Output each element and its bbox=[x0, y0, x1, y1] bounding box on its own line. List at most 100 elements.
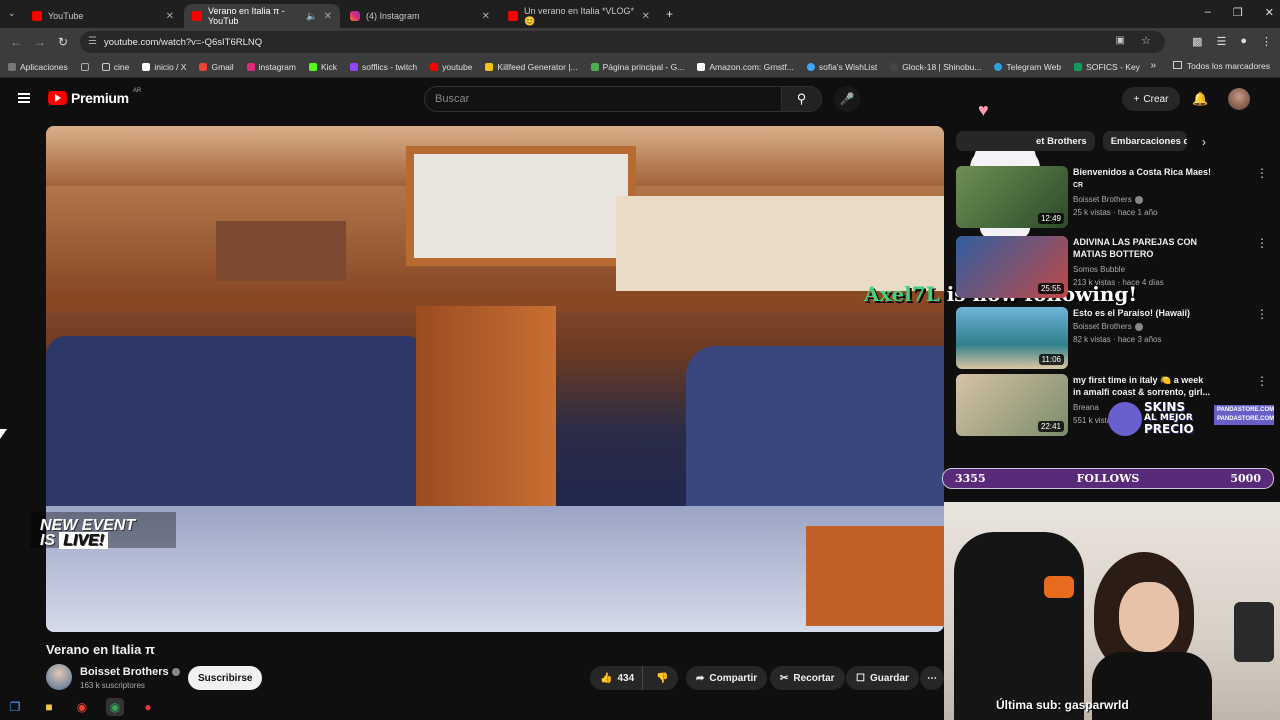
create-button[interactable]: + Crear bbox=[1122, 87, 1180, 111]
restore-icon[interactable]: ❐ bbox=[1233, 6, 1243, 19]
more-options-icon[interactable]: ⋮ bbox=[1256, 307, 1268, 321]
bookmark-pagina-principal[interactable]: Página principal - G... bbox=[590, 62, 684, 72]
instagram-icon bbox=[350, 11, 360, 21]
recommendation-channel[interactable]: Boisset Brothers bbox=[1073, 195, 1143, 204]
recommendation-title[interactable]: my first time in italy 🍋 a week in amalfi… bbox=[1073, 374, 1253, 398]
install-icon[interactable]: ▣ bbox=[1116, 35, 1125, 46]
video-player[interactable] bbox=[46, 126, 944, 632]
more-actions-button[interactable]: ⋯ bbox=[920, 666, 944, 690]
more-bookmarks-icon[interactable]: » bbox=[1150, 60, 1156, 71]
back-icon[interactable]: ← bbox=[10, 35, 22, 49]
share-button[interactable]: ➦ Compartir bbox=[686, 666, 768, 690]
gmail-icon bbox=[199, 62, 208, 71]
bookmark-glock[interactable]: Glock-18 | Shinobu... bbox=[890, 62, 981, 72]
video-thumbnail[interactable]: 11:06 bbox=[956, 307, 1068, 369]
recommendation-channel[interactable]: Boisset Brothers bbox=[1073, 322, 1143, 331]
site-info-icon[interactable]: ☰ bbox=[88, 36, 97, 47]
chrome-icon[interactable]: ◉ bbox=[73, 698, 91, 716]
video-thumbnail[interactable]: 22:41 bbox=[956, 374, 1068, 436]
recommendation-item[interactable]: 12:49 Bienvenidos a Costa Rica Maes! CR B… bbox=[956, 166, 1268, 228]
bookmark-grid[interactable] bbox=[80, 62, 89, 71]
windows-start-icon[interactable]: ❐ bbox=[6, 698, 24, 716]
close-window-icon[interactable]: ✕ bbox=[1265, 6, 1274, 19]
tab-verano-vlog[interactable]: Un verano en Italia *VLOG* 😊 ✕ bbox=[500, 4, 658, 28]
recommendation-title[interactable]: Esto es el Paraíso! (Hawaii) bbox=[1073, 307, 1253, 319]
recommendation-item[interactable]: 11:06 Esto es el Paraíso! (Hawaii) Boiss… bbox=[956, 307, 1268, 369]
profile-icon[interactable]: ● bbox=[1240, 35, 1247, 48]
bookmark-gmail[interactable]: Gmail bbox=[199, 62, 234, 72]
bookmark-youtube[interactable]: youtube bbox=[430, 62, 472, 72]
close-icon[interactable]: ✕ bbox=[324, 11, 332, 22]
voice-search-button[interactable]: 🎤 bbox=[834, 86, 860, 112]
chip-embarcaciones[interactable]: Embarcaciones d bbox=[1102, 131, 1187, 151]
file-explorer-icon[interactable]: ■ bbox=[40, 698, 58, 716]
chip-boisset-brothers[interactable]: et Brothers bbox=[956, 131, 1095, 151]
youtube-premium-logo[interactable]: Premium AR bbox=[48, 88, 141, 106]
folder-icon bbox=[1172, 61, 1182, 69]
menu-icon[interactable]: ⋮ bbox=[1261, 35, 1272, 48]
killfeed-icon bbox=[485, 62, 494, 71]
recommendation-title[interactable]: Bienvenidos a Costa Rica Maes! CR bbox=[1073, 166, 1253, 192]
recommendation-item[interactable]: 25:55 ADIVINA LAS PAREJAS CON MATIAS BOTT… bbox=[956, 236, 1268, 298]
recording-app-icon[interactable]: ● bbox=[139, 698, 157, 716]
bookmark-kick[interactable]: Kick bbox=[308, 62, 337, 72]
tab-verano-en-italia[interactable]: Verano en Italia π - YouTub 🔈 ✕ bbox=[184, 4, 340, 28]
recommendation-channel[interactable]: Somos Bubble bbox=[1073, 265, 1125, 274]
bookmark-twitch[interactable]: sofflics - twitch bbox=[350, 62, 417, 72]
subscribe-button[interactable]: Suscribirse bbox=[188, 666, 263, 690]
menu-icon[interactable] bbox=[18, 93, 30, 103]
bookmark-amazon[interactable]: Amazon.com: Grnstf... bbox=[697, 62, 794, 72]
bookmark-sofics[interactable]: SOFICS - Key bbox=[1074, 62, 1140, 72]
taskbar: ❐ ■ ◉ ◉ ● bbox=[0, 694, 1280, 720]
youtube-icon bbox=[192, 11, 202, 21]
video-thumbnail[interactable]: 25:55 bbox=[956, 236, 1068, 298]
like-dislike-group: 👍 434 👎 bbox=[590, 666, 678, 690]
bookmark-star-icon[interactable]: ☆ bbox=[1141, 34, 1151, 47]
forward-icon[interactable]: → bbox=[34, 35, 46, 49]
reload-icon[interactable]: ↻ bbox=[58, 35, 68, 49]
media-icon[interactable]: ☰ bbox=[1216, 35, 1226, 48]
close-icon[interactable]: ✕ bbox=[166, 11, 174, 22]
bookmark-x[interactable]: inicio / X bbox=[142, 62, 186, 72]
bookmark-wishlist[interactable]: sofia's WishList bbox=[806, 62, 877, 72]
search-input[interactable]: Buscar bbox=[424, 86, 782, 112]
bookmark-apps[interactable]: Aplicaciones bbox=[8, 62, 68, 72]
chrome-active-icon[interactable]: ◉ bbox=[106, 698, 124, 716]
channel-name[interactable]: Boisset Brothers bbox=[80, 666, 180, 678]
bookmark-instagram[interactable]: instagram bbox=[246, 62, 296, 72]
gaming-chair bbox=[954, 532, 1084, 720]
new-tab-button[interactable]: + bbox=[666, 7, 673, 21]
verified-icon bbox=[171, 668, 180, 677]
recommendation-title[interactable]: ADIVINA LAS PAREJAS CON MATIAS BOTTERO bbox=[1073, 236, 1253, 260]
close-icon[interactable]: ✕ bbox=[642, 11, 650, 22]
user-avatar[interactable] bbox=[1228, 88, 1250, 110]
clip-button[interactable]: ✂ Recortar bbox=[770, 666, 845, 690]
recommendation-meta: 213 k vistas · hace 4 días bbox=[1073, 278, 1164, 287]
notifications-bell-icon[interactable]: 🔔 bbox=[1192, 91, 1208, 107]
address-bar[interactable]: ☰ youtube.com/watch?v=-Q6sIT6RLNQ ▣ ☆ bbox=[80, 31, 1165, 53]
more-options-icon[interactable]: ⋮ bbox=[1256, 374, 1268, 388]
dislike-button[interactable]: 👎 bbox=[648, 673, 676, 684]
speaker-icon[interactable]: 🔈 bbox=[306, 11, 317, 22]
save-button[interactable]: ☐ Guardar bbox=[846, 666, 919, 690]
bookmark-killfeed[interactable]: Killfeed Generator |... bbox=[485, 62, 578, 72]
channel-avatar[interactable] bbox=[46, 664, 72, 690]
video-thumbnail[interactable]: 12:49 bbox=[956, 166, 1068, 228]
bookmark-telegram[interactable]: Telegram Web bbox=[994, 62, 1061, 72]
like-button[interactable]: 👍 434 bbox=[590, 666, 644, 690]
follow-goal-bar: 3355 FOLLOWS 5000 bbox=[942, 468, 1274, 489]
extensions-icon[interactable]: ▩ bbox=[1192, 35, 1202, 48]
search-button[interactable]: ⚲ bbox=[782, 86, 822, 112]
more-options-icon[interactable]: ⋮ bbox=[1256, 236, 1268, 250]
close-icon[interactable]: ✕ bbox=[482, 11, 490, 22]
chevron-right-icon[interactable]: › bbox=[1202, 135, 1206, 149]
all-bookmarks[interactable]: Todos los marcadores bbox=[1172, 61, 1270, 71]
bookmarks-bar: Aplicaciones cine inicio / X Gmail insta… bbox=[0, 56, 1280, 78]
minimize-icon[interactable]: – bbox=[1205, 6, 1211, 19]
more-options-icon[interactable]: ⋮ bbox=[1256, 166, 1268, 180]
tab-search-icon[interactable]: ⌄ bbox=[8, 8, 16, 19]
tab-youtube[interactable]: YouTube ✕ bbox=[24, 4, 182, 28]
recommendation-channel[interactable]: Breana bbox=[1073, 403, 1099, 412]
tab-instagram[interactable]: (4) Instagram ✕ bbox=[342, 4, 498, 28]
bookmark-cine[interactable]: cine bbox=[101, 62, 129, 72]
